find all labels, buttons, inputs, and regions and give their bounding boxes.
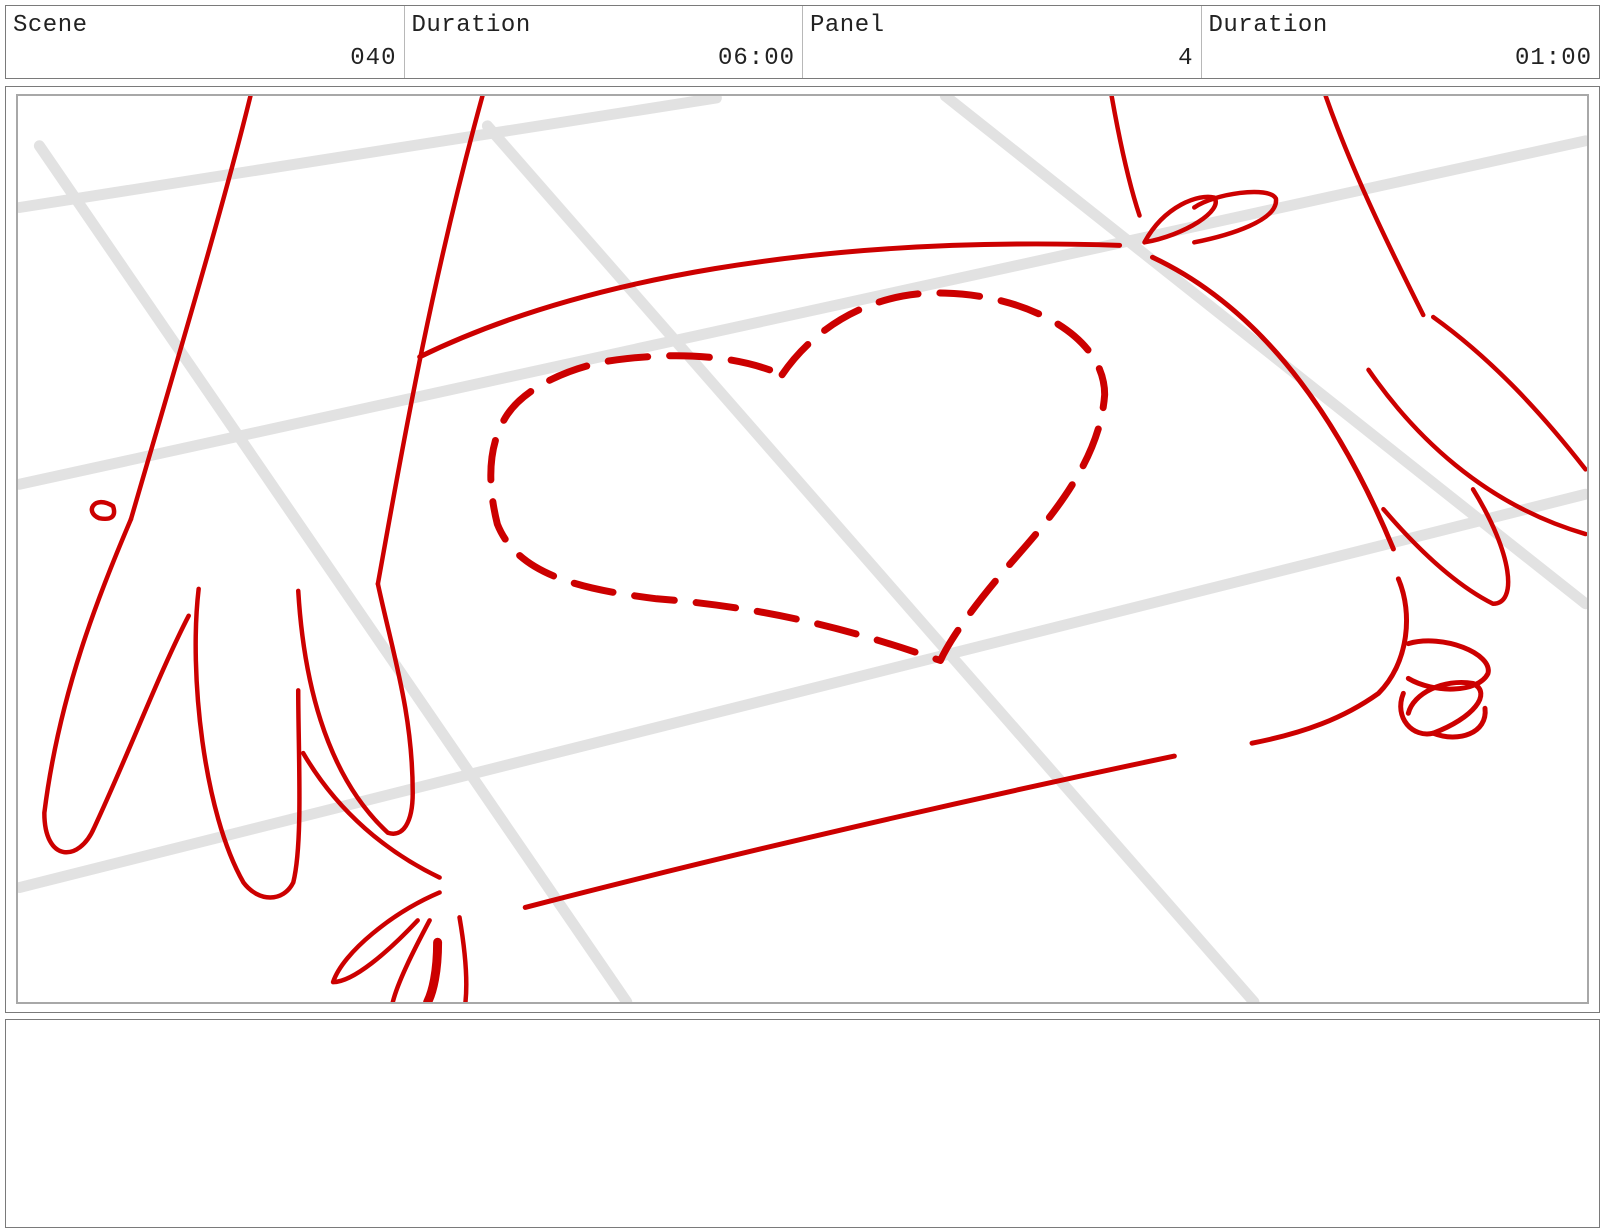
storyboard-panel xyxy=(5,86,1600,1013)
panel-notes-area[interactable] xyxy=(5,1019,1600,1228)
scene-duration-label: Duration xyxy=(411,12,531,39)
panel-number: 4 xyxy=(1178,45,1194,72)
panel-duration-value: 01:00 xyxy=(1514,45,1592,72)
grid-line xyxy=(939,96,1587,610)
grid-line xyxy=(481,120,1260,1002)
panel-label: Panel xyxy=(810,12,885,39)
grid-line xyxy=(18,488,1587,893)
panel-duration-cell: Duration 01:00 xyxy=(1202,6,1600,78)
panel-duration-label: Duration xyxy=(1208,12,1328,39)
scene-duration-value: 06:00 xyxy=(717,45,795,72)
grid-line xyxy=(33,140,633,1002)
grid-line xyxy=(18,96,722,213)
floor-grid xyxy=(18,96,1587,1002)
grid-line xyxy=(18,135,1587,490)
right-hand-sketch xyxy=(1109,96,1587,606)
panel-info-header: Scene 040 Duration 06:00 Panel 4 Duratio… xyxy=(5,5,1600,79)
paper-sheet-outline xyxy=(417,241,1491,910)
scene-label: Scene xyxy=(13,12,88,39)
panel-cell: Panel 4 xyxy=(803,6,1202,78)
scene-duration-cell: Duration 06:00 xyxy=(405,6,803,78)
panel-drawing-area xyxy=(16,94,1589,1004)
scene-number: 040 xyxy=(350,45,397,72)
sketch-canvas xyxy=(18,96,1587,1002)
scene-cell: Scene 040 xyxy=(6,6,405,78)
